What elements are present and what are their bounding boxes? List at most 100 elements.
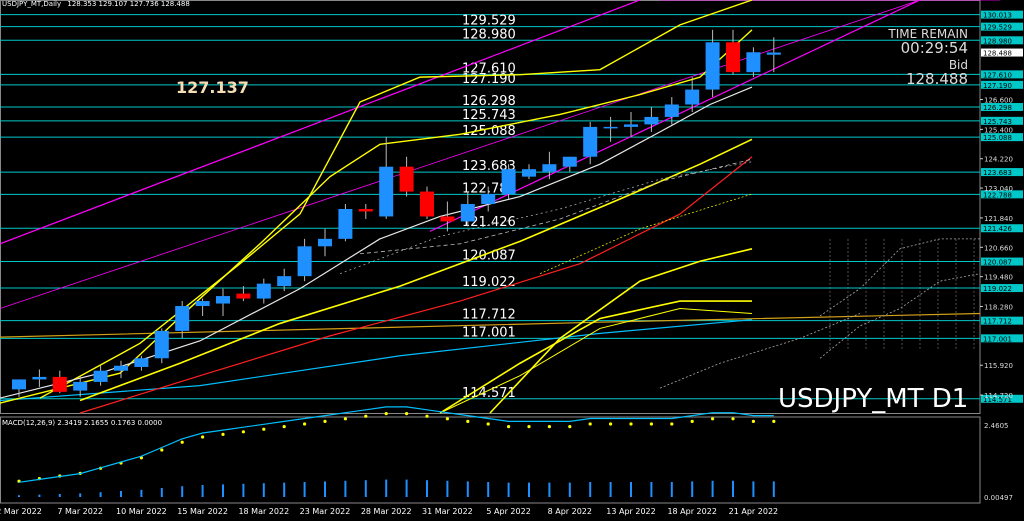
- candle-body: [32, 376, 47, 380]
- candle-body: [297, 246, 312, 277]
- level-tag-label: 127.190: [983, 82, 1012, 90]
- dashed-line-1: [359, 158, 753, 255]
- macd-signal-dot: [425, 414, 429, 418]
- macd-signal-dot: [751, 419, 756, 423]
- macd-signal-dot: [384, 412, 388, 416]
- candle-body: [175, 306, 190, 331]
- macd-signal-dot: [670, 422, 674, 426]
- y-tick-label: 118.280: [984, 304, 1013, 312]
- candle-body: [93, 370, 108, 382]
- bid-value: 128.488: [905, 70, 968, 88]
- candle-body: [318, 238, 332, 247]
- candle-body: [766, 52, 781, 55]
- candle-body: [685, 89, 700, 105]
- level-chart-label: 128.980: [462, 27, 516, 42]
- level-tag-label: 121.426: [983, 225, 1012, 233]
- macd-tick-label: 2.4605: [984, 422, 1009, 430]
- level-chart-label: 117.712: [462, 308, 516, 323]
- macd-signal-dot: [282, 425, 286, 429]
- candle-body: [216, 296, 230, 304]
- level-chart-label: 127.190: [462, 72, 516, 87]
- level-chart-label: 126.298: [462, 94, 516, 109]
- macd-signal-dot: [180, 440, 184, 444]
- level-tag-label: 128.980: [983, 37, 1012, 45]
- candle-body: [52, 376, 67, 392]
- x-tick-label: 31 Mar 2022: [422, 507, 473, 516]
- x-tick-label: 2 Mar 2022: [0, 507, 42, 516]
- y-tick-label: 115.920: [984, 362, 1013, 370]
- highlight-value: 127.137: [176, 78, 249, 97]
- price-chart[interactable]: 130.013129.529129.529128.980128.980127.6…: [0, 0, 1024, 521]
- level-chart-label: 125.743: [462, 108, 516, 123]
- macd-signal-dot: [649, 422, 654, 426]
- macd-signal-dot: [547, 425, 552, 429]
- candle-body: [746, 52, 761, 73]
- candle-body: [562, 156, 577, 167]
- level-tag-label: 120.087: [983, 259, 1012, 267]
- macd-signal-dot: [364, 414, 368, 418]
- x-tick-label: 13 Apr 2022: [606, 507, 655, 516]
- candle-body: [277, 276, 292, 287]
- candle-body: [195, 301, 210, 307]
- x-tick-label: 18 Apr 2022: [667, 507, 716, 516]
- candle-body: [73, 381, 88, 391]
- macd-signal-dot: [466, 419, 470, 423]
- macd-signal-dot: [527, 425, 531, 429]
- x-tick-label: 15 Mar 2022: [177, 507, 228, 516]
- x-tick-label: 21 Apr 2022: [729, 507, 778, 516]
- y-tick-label: 121.840: [984, 215, 1013, 223]
- macd-signal-dot: [772, 419, 776, 423]
- candle-body: [12, 379, 26, 390]
- pitchfork-mid: [0, 0, 921, 309]
- band-mid-line: [79, 138, 753, 402]
- macd-signal-dot: [711, 417, 715, 421]
- level-tag-label: 125.743: [983, 118, 1012, 126]
- macd-signal-dot: [323, 419, 327, 423]
- x-tick-label: 23 Mar 2022: [300, 507, 351, 516]
- macd-signal-dot: [445, 417, 449, 421]
- trading-chart-window: 130.013 129.529 129.529 128.980 128.980 127.6…: [0, 0, 1024, 521]
- macd-signal-dot: [343, 417, 347, 421]
- symbol-watermark: USDJPY_MT D1: [778, 384, 969, 414]
- candle-body: [501, 169, 516, 195]
- candle-body: [338, 208, 353, 239]
- candle-body: [154, 330, 169, 359]
- x-tick-label: 7 Mar 2022: [57, 507, 103, 516]
- macd-signal-dot: [690, 419, 694, 423]
- level-chart-label: 117.001: [462, 325, 516, 340]
- pitchfork-upper: [0, 0, 641, 245]
- y-tick-label: 124.220: [984, 156, 1013, 164]
- y-tick-label: 125.400: [984, 126, 1013, 134]
- candle-body: [420, 191, 434, 217]
- macd-signal-dot: [486, 422, 490, 426]
- candle-body: [114, 365, 128, 371]
- candle-body: [256, 283, 271, 299]
- y-tick-label: 120.660: [984, 244, 1013, 252]
- x-tick-label: 8 Apr 2022: [548, 507, 592, 516]
- level-tag-label: 119.022: [983, 285, 1012, 293]
- candle-body: [664, 104, 679, 117]
- level-tag-label: 127.610: [983, 71, 1012, 79]
- candle-body: [583, 126, 598, 157]
- candle-body: [624, 124, 638, 127]
- x-tick-label: 5 Apr 2022: [486, 507, 530, 516]
- level-chart-label: 119.022: [462, 275, 516, 290]
- candle-body: [705, 42, 720, 90]
- macd-signal-dot: [201, 435, 205, 439]
- macd-signal-dot: [241, 430, 245, 434]
- candle-body: [603, 126, 618, 129]
- candle-body: [522, 169, 536, 177]
- macd-signal-dot: [609, 422, 613, 426]
- y-tick-label: 126.600: [984, 97, 1013, 105]
- macd-signal-dot: [629, 422, 633, 426]
- y-tick-label: 114.720: [984, 392, 1013, 400]
- level-chart-label: 120.087: [462, 249, 516, 264]
- level-tag-label: 126.298: [983, 104, 1012, 112]
- ma-white-line: [0, 86, 753, 399]
- macd-signal-dot: [160, 448, 164, 452]
- price-tag-label: 128.488: [983, 50, 1012, 58]
- ma-red-line: [79, 156, 753, 414]
- level-tag-label: 129.529: [983, 24, 1012, 32]
- candle-body: [726, 42, 740, 73]
- level-tag-label: 125.088: [983, 134, 1012, 142]
